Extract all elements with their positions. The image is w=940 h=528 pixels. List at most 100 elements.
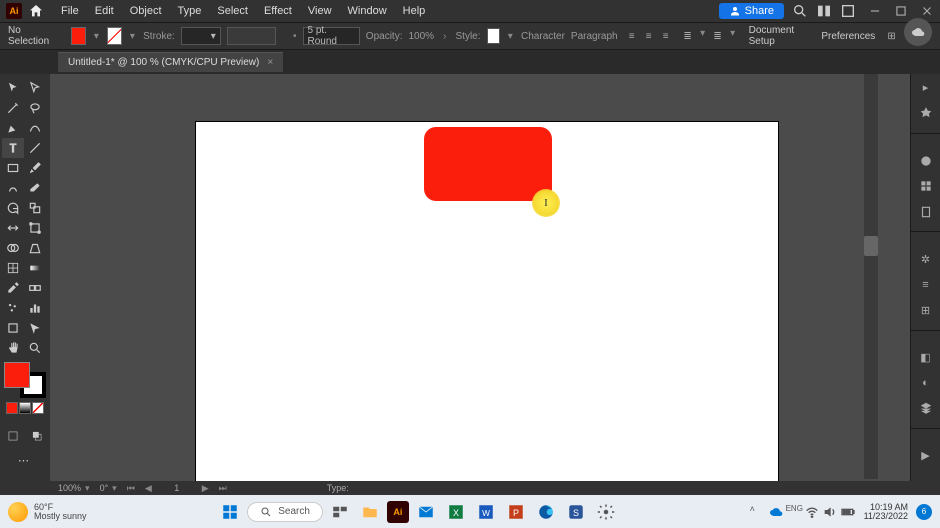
symbol-sprayer-tool[interactable] (2, 298, 24, 318)
properties-icon[interactable]: ▸ (918, 80, 934, 96)
swatches-panel-icon[interactable] (918, 178, 934, 194)
first-artboard-icon[interactable]: ⏮ (127, 483, 135, 494)
draw-mode-normal[interactable] (2, 426, 24, 446)
shaper-tool[interactable] (2, 178, 24, 198)
style-swatch[interactable] (487, 28, 500, 44)
wifi-tray-icon[interactable] (804, 504, 820, 520)
illustrator-taskbar-icon[interactable]: Ai (387, 501, 409, 523)
notification-badge[interactable]: 6 (916, 504, 932, 520)
volume-tray-icon[interactable] (822, 504, 838, 520)
eyedropper-tool[interactable] (2, 278, 24, 298)
document-tab[interactable]: Untitled-1* @ 100 % (CMYK/CPU Preview) × (58, 52, 283, 72)
type-tool[interactable] (2, 138, 24, 158)
brush-field[interactable] (227, 27, 276, 45)
menu-type[interactable]: Type (171, 2, 209, 20)
menu-view[interactable]: View (301, 2, 339, 20)
cloud-doc-badge[interactable] (904, 18, 932, 46)
tray-chevron-icon[interactable]: ˄ (750, 504, 766, 520)
rotate-tool[interactable] (2, 198, 24, 218)
arrange-icon[interactable] (840, 3, 856, 19)
last-artboard-icon[interactable]: ⏭ (219, 483, 227, 494)
weather-widget[interactable]: 60°F Mostly sunny (8, 502, 87, 522)
menu-select[interactable]: Select (210, 2, 255, 20)
minimize-icon[interactable] (868, 4, 882, 18)
fill-dropdown[interactable]: ▾ (92, 31, 101, 42)
slice-tool[interactable] (24, 318, 46, 338)
close-icon[interactable] (920, 4, 934, 18)
scrollbar-thumb[interactable] (864, 236, 878, 256)
artboard[interactable]: I (196, 122, 778, 495)
share-button[interactable]: Share (719, 3, 784, 19)
line-tool[interactable] (24, 138, 46, 158)
style-arrow[interactable]: ▾ (506, 31, 515, 42)
excel-icon[interactable]: X (443, 499, 469, 525)
artboard-tool[interactable] (2, 318, 24, 338)
maximize-icon[interactable] (894, 4, 908, 18)
blend-tool[interactable] (24, 278, 46, 298)
menu-effect[interactable]: Effect (257, 2, 299, 20)
menu-edit[interactable]: Edit (88, 2, 121, 20)
screen-mode[interactable]: ⋯ (2, 450, 46, 470)
menu-object[interactable]: Object (123, 2, 169, 20)
document-setup-link[interactable]: Document Setup (745, 25, 812, 47)
align-panel-icon[interactable]: ⊞ (885, 28, 898, 44)
align-panel-icon[interactable]: ⊞ (918, 302, 934, 318)
search-icon[interactable] (792, 3, 808, 19)
profile-field[interactable]: 5 pt. Round (303, 27, 360, 45)
appearance-panel-icon[interactable]: ◐ (918, 375, 934, 391)
lasso-tool[interactable] (24, 98, 46, 118)
mesh-tool[interactable] (2, 258, 24, 278)
explorer-icon[interactable] (357, 499, 383, 525)
taskbar-search[interactable]: Search (247, 502, 323, 522)
gradient-tool[interactable] (24, 258, 46, 278)
menu-help[interactable]: Help (396, 2, 433, 20)
preferences-link[interactable]: Preferences (817, 31, 879, 42)
color-mode-swatch[interactable] (6, 402, 18, 414)
shape-builder-tool[interactable] (2, 238, 24, 258)
zoom-tool[interactable] (24, 338, 46, 358)
stroke-swatch[interactable] (107, 27, 122, 45)
rotation-field[interactable]: 0°▾ (100, 483, 117, 494)
play-icon[interactable]: ▶ (918, 448, 934, 464)
zoom-field[interactable]: 100%▾ (58, 483, 90, 494)
align-left-icon[interactable]: ≡ (624, 28, 640, 44)
fill-big-swatch[interactable] (4, 362, 30, 388)
fill-stroke-control[interactable] (4, 362, 46, 398)
menu-file[interactable]: File (54, 2, 86, 20)
draw-mode-behind[interactable] (26, 426, 48, 446)
color-panel-icon[interactable] (918, 153, 934, 169)
brushes-panel-icon[interactable] (918, 204, 934, 220)
vertical-scrollbar[interactable] (864, 74, 878, 479)
paintbrush-tool[interactable] (24, 158, 46, 178)
paragraph-link[interactable]: Paragraph (571, 31, 618, 42)
perspective-tool[interactable] (24, 238, 46, 258)
opacity-value[interactable]: 100% (408, 31, 434, 42)
direct-selection-tool[interactable] (24, 78, 46, 98)
free-transform-tool[interactable] (24, 218, 46, 238)
none-mode-swatch[interactable] (32, 402, 44, 414)
hand-tool[interactable] (2, 338, 24, 358)
taskbar-clock[interactable]: 10:19 AM 11/23/2022 (864, 503, 908, 521)
stroke-dropdown[interactable]: ▾ (128, 31, 137, 42)
language-tray[interactable]: ENG (786, 504, 802, 520)
settings-icon[interactable] (593, 499, 619, 525)
artboard-number[interactable]: 1 (162, 483, 192, 493)
task-view-icon[interactable] (327, 499, 353, 525)
eraser-tool[interactable] (24, 178, 46, 198)
libraries-icon[interactable] (918, 106, 934, 122)
tab-close-icon[interactable]: × (267, 57, 273, 68)
menu-window[interactable]: Window (341, 2, 394, 20)
battery-tray-icon[interactable] (840, 504, 856, 520)
gradient-mode-swatch[interactable] (19, 402, 31, 414)
magic-wand-tool[interactable] (2, 98, 24, 118)
word-icon[interactable]: W (473, 499, 499, 525)
pen-tool[interactable] (2, 118, 24, 138)
next-artboard-icon[interactable]: ▶ (202, 483, 209, 494)
onedrive-tray-icon[interactable] (768, 504, 784, 520)
powerpoint-icon[interactable]: P (503, 499, 529, 525)
transform-panel-icon[interactable]: ◧ (918, 350, 934, 366)
number-list-icon[interactable]: ≣ (710, 28, 726, 44)
rectangle-tool[interactable] (2, 158, 24, 178)
stroke-panel-icon[interactable]: ≡ (918, 277, 934, 293)
edge-icon[interactable] (533, 499, 559, 525)
